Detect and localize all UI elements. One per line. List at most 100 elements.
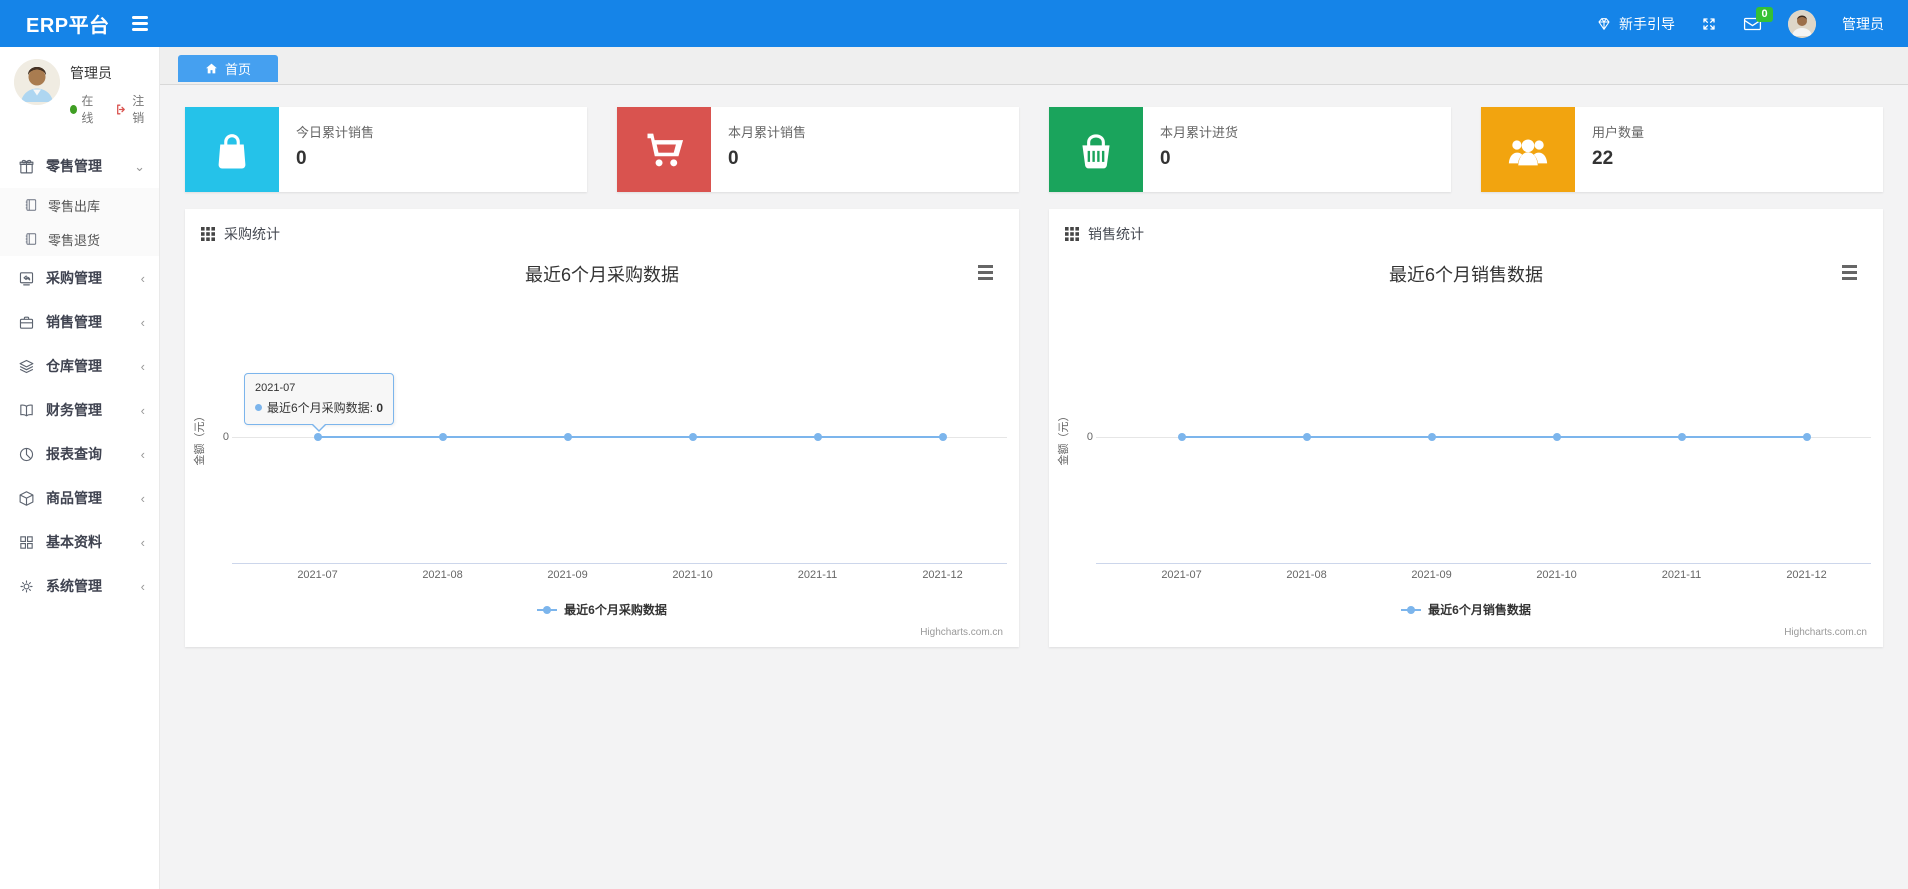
data-point-marker[interactable] <box>1302 433 1311 441</box>
data-point-marker[interactable] <box>938 433 947 441</box>
x-axis-label: 2021-09 <box>547 569 588 581</box>
diamond-icon <box>1596 16 1612 32</box>
fullscreen-button[interactable] <box>1701 16 1717 32</box>
chevron-left-icon: ‹ <box>140 578 145 594</box>
y-axis-title: 金额（元） <box>194 410 206 466</box>
user-avatar[interactable] <box>1788 9 1816 38</box>
sidebar-item-label: 基本资料 <box>46 534 102 550</box>
stat-value: 0 <box>296 148 307 169</box>
sidebar-item-system[interactable]: 系统管理 ‹ <box>0 564 159 608</box>
guide-button[interactable]: 新手引导 <box>1596 14 1675 34</box>
sidebar-item-purchase[interactable]: 采购管理 ‹ <box>0 256 159 300</box>
user-name[interactable]: 管理员 <box>1842 14 1884 34</box>
highcharts-credits-link[interactable]: Highcharts.com.cn <box>920 627 1003 638</box>
stat-cards-row: 今日累计销售 0 本月累计销售 0 本月累计进货 0 用户数量 22 <box>185 107 1883 192</box>
profile-name: 管理员 <box>70 65 112 81</box>
legend-item[interactable]: 最近6个月采购数据 <box>185 601 1019 618</box>
users-icon <box>1481 107 1575 192</box>
shopping-cart-icon <box>617 107 711 192</box>
tooltip-series-dot-icon <box>255 404 262 411</box>
chevron-left-icon: ‹ <box>140 358 145 374</box>
finance-book-icon <box>18 402 35 419</box>
sidebar-toggle-button[interactable] <box>132 16 148 31</box>
sidebar: 管理员 在线 注销 零售管理 ⌄ 零售出库 零售退货 采购管理 ‹ 销售管理 ‹… <box>0 47 160 889</box>
stat-label: 用户数量 <box>1592 125 1645 140</box>
logout-icon <box>115 103 128 116</box>
x-axis-label: 2021-08 <box>1286 569 1327 581</box>
y-axis-tick: 0 <box>222 431 229 443</box>
retail-submenu: 零售出库 零售退货 <box>0 188 159 256</box>
gear-icon <box>18 578 35 595</box>
x-axis-label: 2021-11 <box>1661 569 1702 581</box>
sidebar-item-label: 采购管理 <box>46 270 102 286</box>
data-point-marker[interactable] <box>313 433 322 441</box>
top-navbar: ERP平台 新手引导 0 管理员 <box>0 0 1908 47</box>
sidebar-item-label: 系统管理 <box>46 578 102 594</box>
sidebar-item-retail-outbound[interactable]: 零售出库 <box>0 188 159 222</box>
sidebar-item-warehouse[interactable]: 仓库管理 ‹ <box>0 344 159 388</box>
profile-avatar[interactable] <box>14 59 60 105</box>
messages-button[interactable]: 0 <box>1743 6 1773 32</box>
stat-card-user-count[interactable]: 用户数量 22 <box>1481 107 1883 192</box>
data-point-marker[interactable] <box>1677 433 1686 441</box>
sidebar-item-reports[interactable]: 报表查询 ‹ <box>0 432 159 476</box>
shopping-basket-icon <box>1049 107 1143 192</box>
sidebar-item-basic-data[interactable]: 基本资料 ‹ <box>0 520 159 564</box>
x-axis-label: 2021-10 <box>672 569 713 581</box>
data-point-marker[interactable] <box>438 433 447 441</box>
box-icon <box>18 490 35 507</box>
sidebar-item-label: 财务管理 <box>46 402 102 418</box>
data-point-marker[interactable] <box>1427 433 1436 441</box>
highcharts-credits-link[interactable]: Highcharts.com.cn <box>1784 627 1867 638</box>
sales-line-chart: 最近6个月销售数据 金额（元） 0 最近6个月销售数据 Highcharts.c… <box>1049 249 1883 647</box>
sidebar-item-label: 商品管理 <box>46 490 102 506</box>
chevron-down-icon: ⌄ <box>134 158 145 174</box>
chevron-left-icon: ‹ <box>140 402 145 418</box>
sidebar-item-retail[interactable]: 零售管理 ⌄ <box>0 144 159 188</box>
legend-marker-icon <box>537 605 558 614</box>
sidebar-item-goods[interactable]: 商品管理 ‹ <box>0 476 159 520</box>
sidebar-item-label: 仓库管理 <box>46 358 102 374</box>
chevron-left-icon: ‹ <box>140 270 145 286</box>
tab-home-label: 首页 <box>224 62 251 77</box>
data-point-marker[interactable] <box>563 433 572 441</box>
stat-card-month-sales[interactable]: 本月累计销售 0 <box>617 107 1019 192</box>
data-point-marker[interactable] <box>1177 433 1186 441</box>
stat-card-today-sales[interactable]: 今日累计销售 0 <box>185 107 587 192</box>
x-axis-label: 2021-07 <box>297 569 338 581</box>
briefcase-icon <box>18 314 35 331</box>
tab-home[interactable]: 首页 <box>178 55 278 82</box>
chevron-left-icon: ‹ <box>140 534 145 550</box>
x-axis-label: 2021-07 <box>1161 569 1202 581</box>
data-point-marker[interactable] <box>1802 433 1811 441</box>
chart-panels-row: 采购统计 最近6个月采购数据 金额（元） 0 最近6个月采购数据 Highcha… <box>185 209 1883 647</box>
grid-2x2-icon <box>18 534 35 551</box>
sidebar-item-retail-return[interactable]: 零售退货 <box>0 222 159 256</box>
stat-card-month-purchase[interactable]: 本月累计进货 0 <box>1049 107 1451 192</box>
chart-title: 最近6个月采购数据 <box>524 265 679 285</box>
tooltip-value: 0 <box>376 401 384 415</box>
sidebar-item-finance[interactable]: 财务管理 ‹ <box>0 388 159 432</box>
sidebar-item-sales[interactable]: 销售管理 ‹ <box>0 300 159 344</box>
profile-block: 管理员 在线 注销 <box>0 47 159 140</box>
sidebar-item-label: 零售退货 <box>48 232 101 248</box>
legend-marker-icon <box>1401 605 1422 614</box>
chevron-left-icon: ‹ <box>140 314 145 330</box>
legend-item[interactable]: 最近6个月销售数据 <box>1049 601 1883 618</box>
chevron-left-icon: ‹ <box>140 446 145 462</box>
online-status-icon <box>70 104 78 114</box>
panel-title: 采购统计 <box>224 226 280 242</box>
chart-context-menu-button[interactable] <box>1842 265 1857 280</box>
data-point-marker[interactable] <box>813 433 822 441</box>
stat-label: 今日累计销售 <box>296 125 375 140</box>
message-count-badge: 0 <box>1756 6 1773 22</box>
tooltip-date: 2021-07 <box>255 382 296 394</box>
app-logo[interactable]: ERP平台 <box>0 9 118 38</box>
chart-context-menu-button[interactable] <box>978 265 993 280</box>
x-axis-label: 2021-12 <box>1786 569 1827 581</box>
data-point-marker[interactable] <box>688 433 697 441</box>
stat-value: 0 <box>728 148 739 169</box>
logout-button[interactable]: 注销 <box>115 92 149 126</box>
data-point-marker[interactable] <box>1552 433 1561 441</box>
sidebar-item-label: 报表查询 <box>46 446 102 462</box>
